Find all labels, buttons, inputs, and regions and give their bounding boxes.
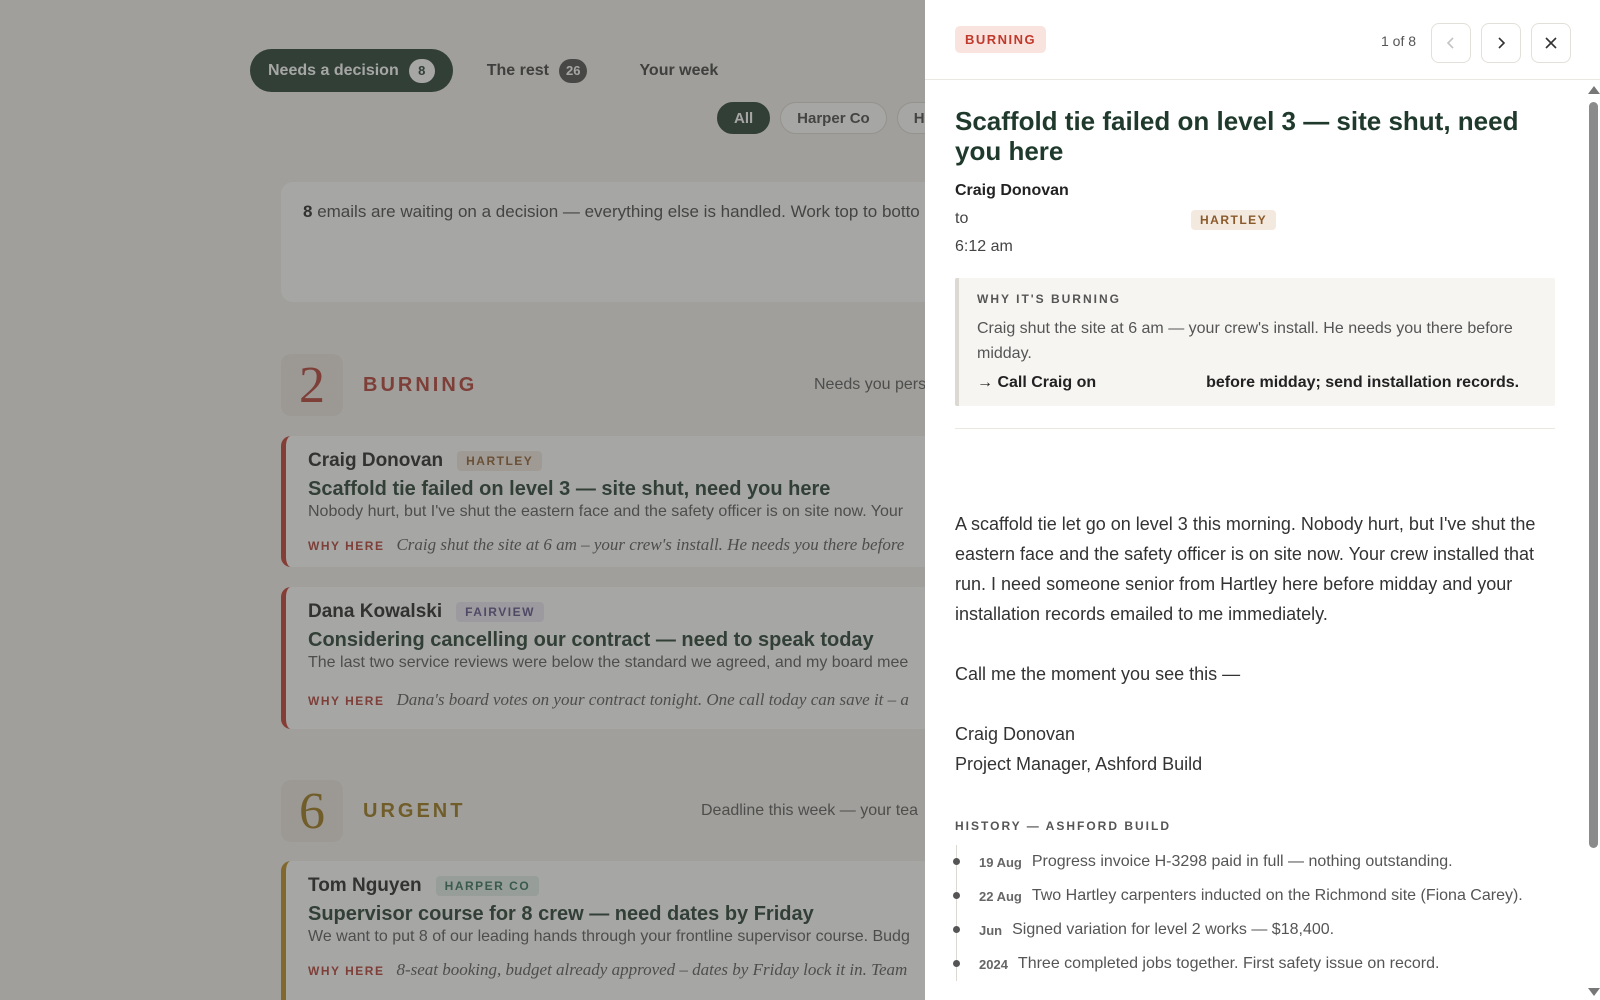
signature-title: Project Manager, Ashford Build [955, 754, 1203, 774]
pager-text: 1 of 8 [1381, 33, 1417, 49]
history-text: Two Hartley carpenters inducted on the R… [1031, 887, 1523, 904]
signature-name: Craig Donovan [955, 724, 1076, 744]
chevron-right-icon [1498, 37, 1506, 49]
action-start: → Call Craig on [977, 374, 1097, 391]
email-detail-panel: BURNING 1 of 8 Scaffold tie failed on le… [925, 0, 1600, 1000]
recipient-client-tag: HARTLEY [1191, 210, 1277, 230]
next-email-button[interactable] [1481, 23, 1521, 63]
history-date: 19 Aug [979, 854, 1022, 870]
scroll-down-arrow-icon[interactable] [1588, 988, 1600, 996]
panel-body: Scaffold tie failed on level 3 — site sh… [953, 80, 1555, 981]
history-item: 2024 Three completed jobs together. First… [953, 947, 1555, 981]
scroll-thumb[interactable] [1589, 102, 1598, 848]
chevron-left-icon [1446, 37, 1454, 49]
to-label: to [955, 210, 969, 227]
client-history: HISTORY — ASHFORD BUILD 19 Aug Progress i… [953, 819, 1555, 981]
history-text: Signed variation for level 2 works — $18… [1012, 921, 1335, 938]
why-burning-box: WHY IT'S BURNING Craig shut the site at … [955, 278, 1555, 406]
history-item: Jun Signed variation for level 2 works — … [953, 913, 1555, 947]
history-item: 19 Aug Progress invoice H-3298 paid in fu… [953, 845, 1555, 879]
close-icon [1545, 37, 1557, 49]
scroll-up-arrow-icon[interactable] [1588, 86, 1600, 94]
sender-name: Craig Donovan [955, 182, 1069, 199]
history-label: HISTORY — ASHFORD BUILD [955, 819, 1172, 833]
why-burning-label: WHY IT'S BURNING [977, 292, 1121, 306]
body-paragraph: A scaffold tie let go on level 3 this mo… [955, 514, 1536, 624]
recipient-line: to HARTLEY [955, 210, 1555, 230]
history-date: 2024 [979, 956, 1008, 972]
why-burning-text: Craig shut the site at 6 am — your crew'… [977, 320, 1513, 362]
history-list: 19 Aug Progress invoice H-3298 paid in fu… [953, 845, 1555, 981]
history-item: 22 Aug Two Hartley carpenters inducted on… [953, 879, 1555, 913]
email-body: A scaffold tie let go on level 3 this mo… [955, 509, 1555, 779]
close-panel-button[interactable] [1531, 23, 1571, 63]
body-paragraph: Call me the moment you see this — [955, 664, 1241, 684]
panel-header: BURNING 1 of 8 [925, 0, 1600, 80]
panel-scrollbar[interactable] [1585, 80, 1600, 1000]
history-text: Three completed jobs together. First saf… [1017, 955, 1440, 972]
history-date: Jun [979, 922, 1003, 938]
divider [955, 428, 1555, 429]
email-subject-heading: Scaffold tie failed on level 3 — site sh… [955, 106, 1519, 166]
received-time: 6:12 am [955, 238, 1013, 255]
history-date: 22 Aug [979, 888, 1022, 904]
recommended-action: → Call Craig on before midday; send insta… [977, 374, 1537, 392]
action-end: before midday; send installation records… [1206, 374, 1520, 391]
priority-badge: BURNING [955, 26, 1047, 53]
history-text: Progress invoice H-3298 paid in full — n… [1031, 853, 1453, 870]
previous-email-button[interactable] [1431, 23, 1471, 63]
